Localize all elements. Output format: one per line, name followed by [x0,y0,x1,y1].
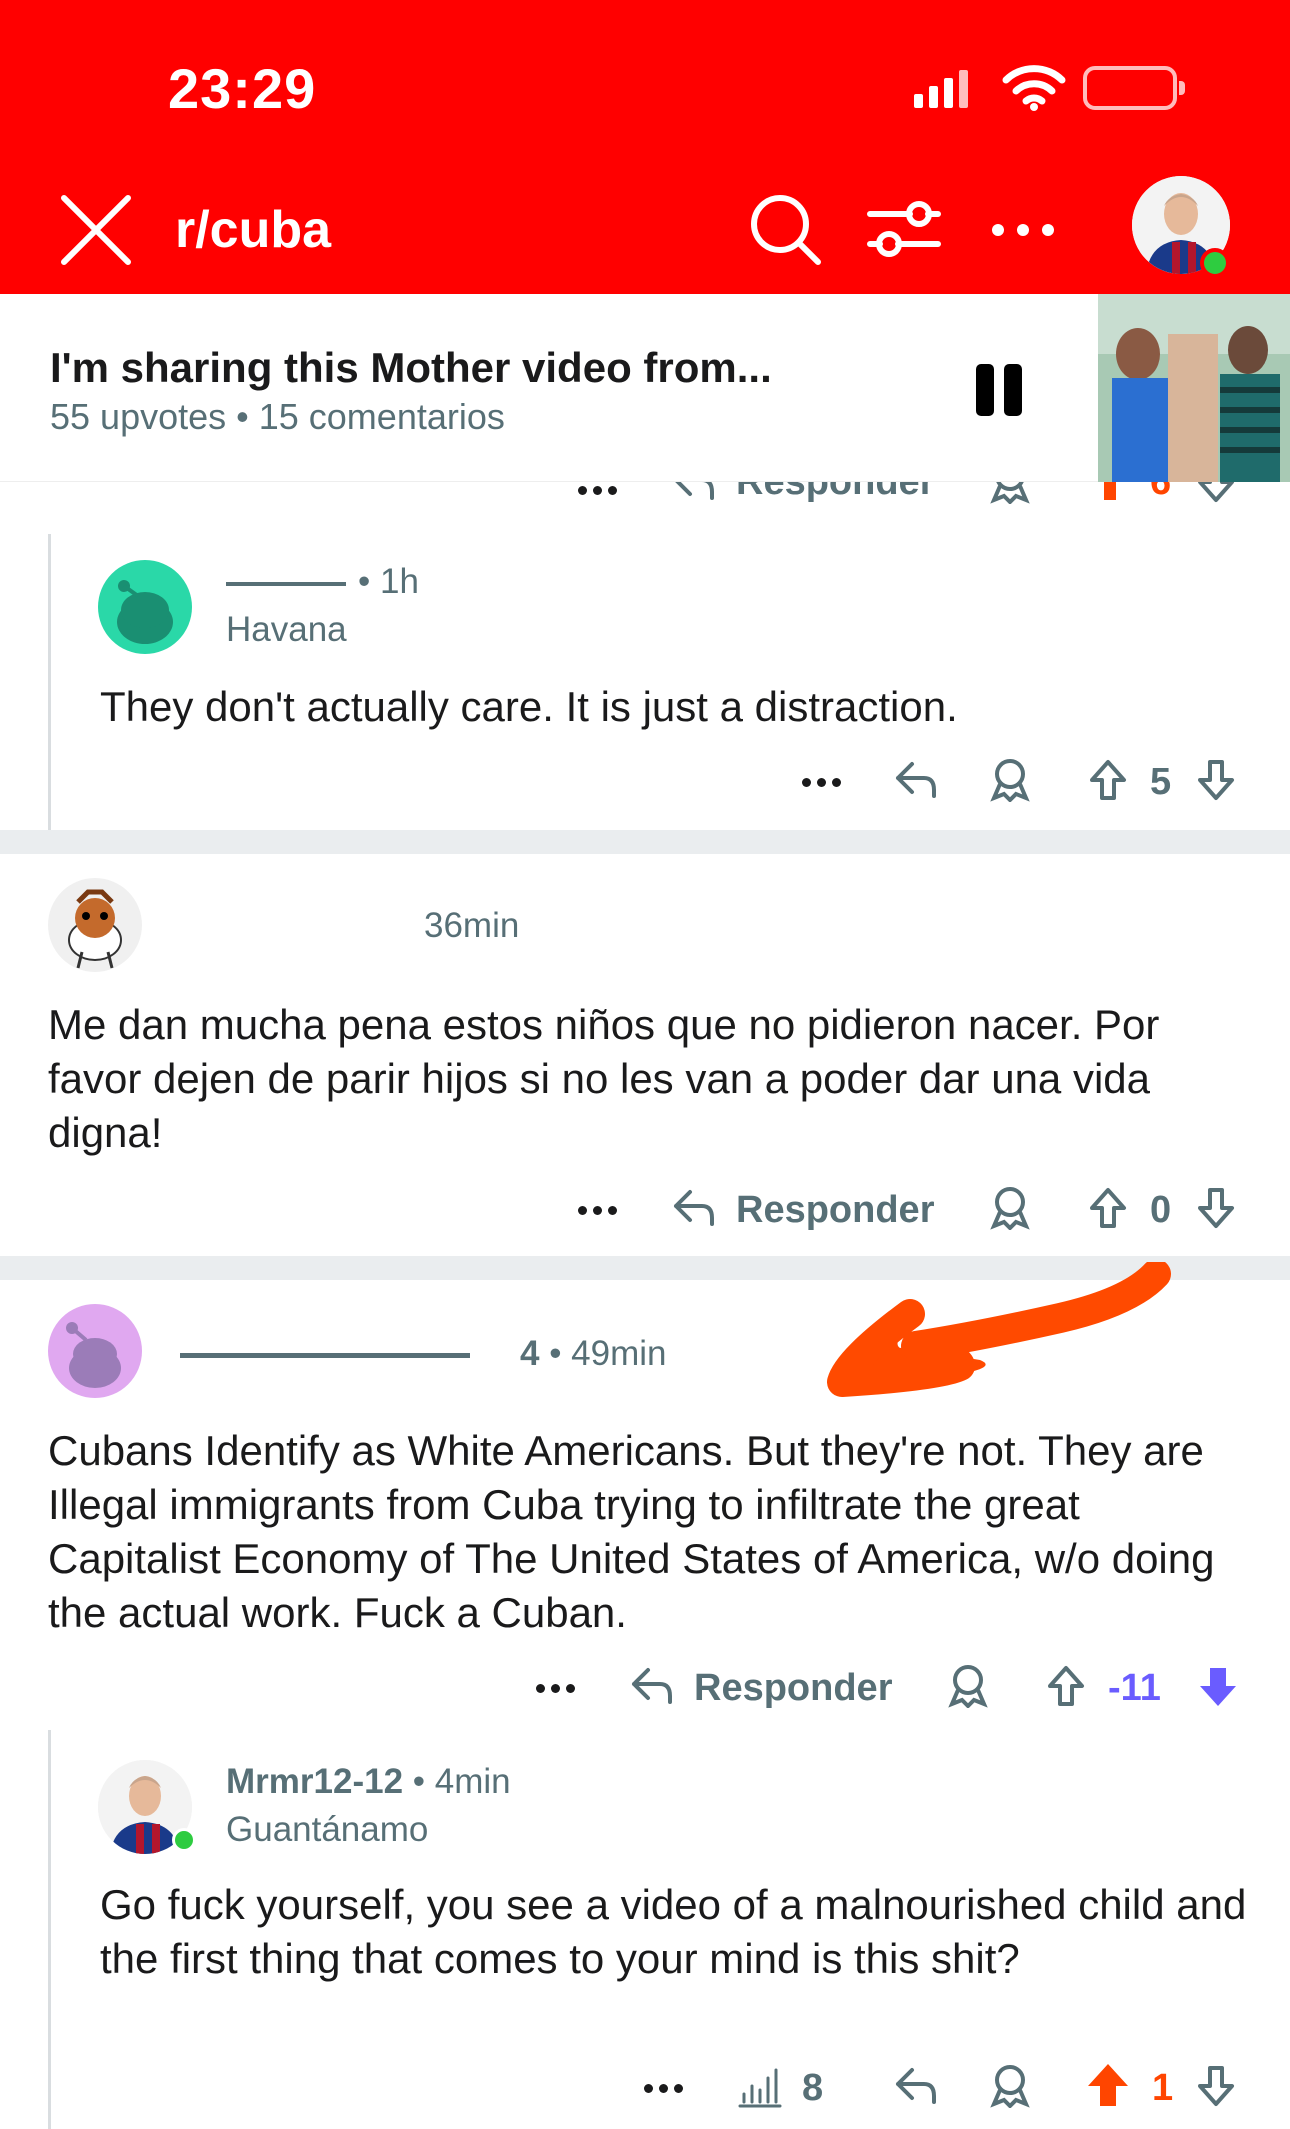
vote-count: 1 [1152,2066,1174,2109]
reply-button[interactable]: Responder [694,1658,892,1718]
comment-time: 36min [424,906,520,945]
video-thumbnail[interactable] [1098,294,1290,482]
more-icon[interactable] [990,210,1056,250]
user-flair: Guantánamo [226,1810,429,1849]
comment-time: • 49min [549,1334,667,1373]
avatar[interactable] [48,878,142,972]
subreddit-title[interactable]: r/cuba [175,200,331,260]
avatar[interactable] [98,560,192,654]
reply-icon[interactable] [894,2066,938,2106]
downvote-icon[interactable] [1196,1664,1240,1708]
more-options-button[interactable] [536,1658,581,1718]
comment-meta: • 1h [226,562,419,602]
upvote-icon[interactable] [1090,482,1130,504]
award-icon[interactable] [990,758,1030,802]
comment-actions: 8 1 [0,2058,1290,2118]
partial-action-row: Responder 6 [0,482,1290,512]
user-flair: Havana [226,610,347,649]
wifi-icon [1002,65,1066,111]
battery-icon [1083,66,1185,110]
reply-icon[interactable] [672,1188,716,1228]
comment-body: Go fuck yourself, you see a video of a m… [100,1881,1247,1982]
comment-actions: 5 [0,752,1290,812]
username[interactable]: 4 [520,1334,539,1373]
status-time: 23:29 [168,57,317,120]
upvote-icon[interactable] [1086,2062,1130,2108]
downvote-icon[interactable] [1196,1186,1236,1230]
more-options-button[interactable] [578,482,623,512]
vote-count: 6 [1150,482,1171,512]
downvote-icon[interactable] [1196,758,1236,802]
sticky-post-bar[interactable]: I'm sharing this Mother video from... 55… [0,294,1290,482]
comment-actions: Responder 0 [0,1180,1290,1240]
more-options-button[interactable] [578,1180,623,1240]
filter-icon[interactable] [866,196,942,262]
upvote-icon[interactable] [1088,758,1128,802]
app-header: 23:29 r/cuba [0,0,1290,294]
upvote-icon[interactable] [1088,1186,1128,1230]
comment-time: • 1h [358,562,419,601]
award-icon[interactable] [990,482,1030,504]
reply-button[interactable]: Responder [736,482,934,512]
award-icon[interactable] [948,1664,988,1708]
comment-body: Cubans Identify as White Americans. But … [48,1427,1215,1636]
reply-button[interactable]: Responder [736,1180,934,1240]
pause-icon[interactable] [976,364,1024,416]
reply-icon[interactable] [630,1666,674,1706]
reply-icon[interactable] [894,760,938,800]
comment-body: Me dan mucha pena estos niños que no pid… [48,1001,1160,1156]
comment-time: • 4min [412,1762,511,1801]
drawn-arrow-annotation [827,1262,1171,1397]
vote-count: 5 [1150,760,1172,803]
comment-body: They don't actually care. It is just a d… [100,683,958,730]
post-title[interactable]: I'm sharing this Mother video from... [50,344,772,392]
more-options-button[interactable] [802,752,847,812]
vote-count: 0 [1150,1188,1172,1231]
close-icon[interactable] [58,192,134,268]
more-options-button[interactable] [644,2058,689,2118]
signal-icon [914,70,968,108]
downvote-icon[interactable] [1196,482,1236,504]
comment-meta: Mrmr12-12 • 4min [226,1762,511,1802]
view-count: 8 [802,2066,824,2109]
reply-icon[interactable] [672,482,716,502]
search-icon[interactable] [748,192,822,266]
online-status-dot [1200,248,1230,278]
online-status-dot [172,1828,196,1852]
comment-meta: 36min [340,906,519,946]
downvote-icon[interactable] [1196,2064,1236,2108]
comment-actions: Responder -11 [0,1658,1290,1718]
post-meta: 55 upvotes • 15 comentarios [50,396,505,437]
award-icon[interactable] [990,1186,1030,1230]
comment-separator [0,830,1290,854]
vote-count: -11 [1108,1666,1161,1709]
avatar[interactable] [48,1304,142,1398]
award-icon[interactable] [990,2064,1030,2108]
username[interactable]: Mrmr12-12 [226,1762,403,1801]
stats-icon[interactable] [736,2066,782,2108]
comment-meta: 4 • 49min [180,1334,667,1374]
upvote-icon[interactable] [1046,1664,1086,1708]
